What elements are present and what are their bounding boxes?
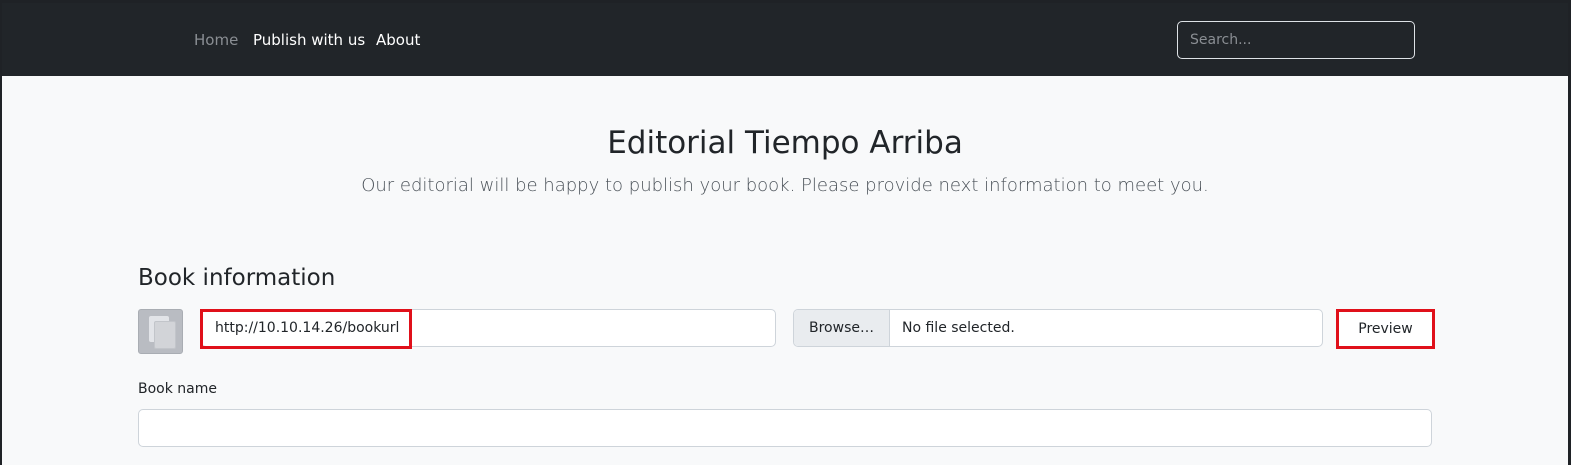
nav-link-home[interactable]: Home [194,31,238,49]
file-status-text: No file selected. [902,320,1015,336]
page-title: Editorial Tiempo Arriba [607,125,963,161]
preview-button[interactable]: Preview [1336,309,1435,349]
url-input-highlight [200,309,412,349]
nav-link-about[interactable]: About [376,31,420,49]
section-title-book-information: Book information [138,265,336,291]
page-shape-front [154,321,176,349]
search-input[interactable]: Search... [1177,21,1415,59]
nav-link-publish-with-us[interactable]: Publish with us [253,31,365,49]
page: Home Publish with us About Search... Edi… [2,3,1568,465]
file-upload-group: Browse… No file selected. [793,309,1323,347]
page-subtitle: Our editorial will be happy to publish y… [361,175,1209,196]
book-name-input[interactable] [138,409,1432,447]
book-cover-placeholder-icon [138,309,183,354]
browse-button[interactable]: Browse… [794,310,890,346]
book-name-label: Book name [138,381,217,397]
navbar: Home Publish with us About Search... [2,3,1568,76]
